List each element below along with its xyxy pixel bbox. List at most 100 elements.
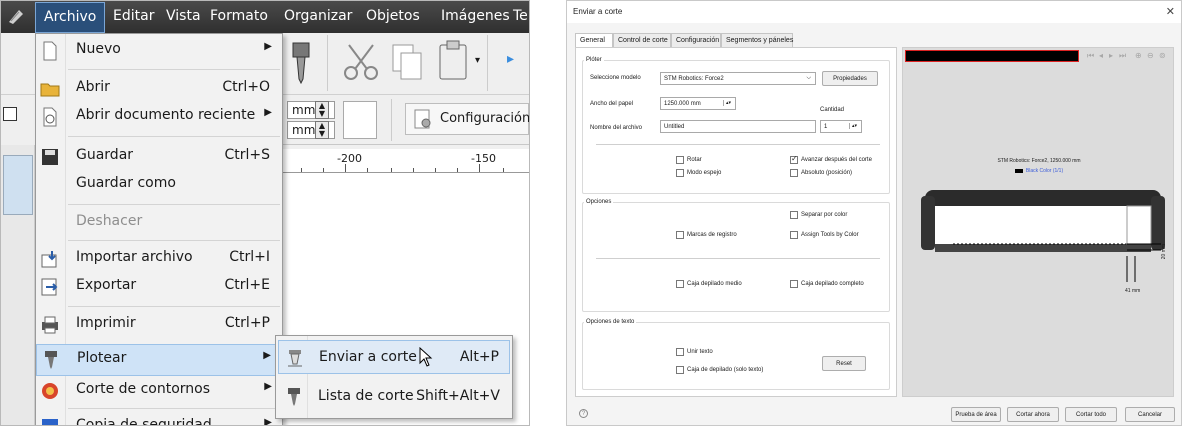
- assign-tools-label: Assign Tools by Color: [801, 232, 859, 238]
- recent-document-icon: [43, 107, 57, 127]
- send-to-cut-dialog: Enviar a corte ✕ General Control de cort…: [566, 0, 1182, 426]
- horizontal-ruler: -200 -150: [281, 149, 529, 173]
- menu-bar: Archivo Editar Vista Formato Organizar O…: [1, 1, 529, 33]
- submenu-arrow-icon: ▶: [264, 41, 272, 52]
- menu-editar[interactable]: Editar: [113, 8, 154, 24]
- menu-imagenes[interactable]: Imágenes: [441, 8, 510, 24]
- absolute-checkbox[interactable]: [790, 169, 798, 177]
- tab-segmentos[interactable]: Segmentos y páneles: [721, 33, 793, 47]
- import-icon: [41, 251, 57, 268]
- registration-marks-checkbox[interactable]: [676, 231, 684, 239]
- properties-button[interactable]: Propiedades: [822, 71, 878, 86]
- copy-icon[interactable]: [389, 41, 427, 85]
- menu-item-lista-de-corte[interactable]: Lista de corte Shift+Alt+V: [278, 380, 510, 414]
- selected-tool[interactable]: [3, 155, 33, 215]
- paper-width-field[interactable]: 1250.000 mm ▴▾: [660, 97, 736, 110]
- prev-page-icon[interactable]: ◂: [1099, 51, 1103, 60]
- submenu-arrow-icon: ▶: [264, 381, 272, 392]
- model-select[interactable]: STM Robotics: Force2 ⌵: [660, 72, 816, 85]
- menu-texto[interactable]: Te: [513, 8, 528, 24]
- menu-objetos[interactable]: Objetos: [366, 8, 420, 24]
- full-weed-box-checkbox[interactable]: [790, 280, 798, 288]
- configuration-button[interactable]: Configuración: [405, 103, 529, 135]
- cancel-button[interactable]: Cancelar: [1125, 407, 1175, 422]
- menu-archivo[interactable]: Archivo: [35, 2, 106, 33]
- open-folder-icon: [40, 83, 60, 97]
- menu-item-guardar-como[interactable]: Guardar como: [36, 170, 282, 200]
- menu-item-importar[interactable]: Importar archivo Ctrl+I: [36, 244, 282, 274]
- separate-color-checkbox[interactable]: [790, 211, 798, 219]
- menu-item-guardar[interactable]: Guardar Ctrl+S: [36, 142, 282, 172]
- file-name-field[interactable]: Untitled: [660, 120, 816, 133]
- backup-icon: [42, 419, 58, 425]
- menu-organizar[interactable]: Organizar: [284, 8, 352, 24]
- paste-icon[interactable]: [437, 39, 471, 85]
- menu-item-corte-contornos[interactable]: Corte de contornos ▶: [36, 376, 282, 406]
- next-page-icon[interactable]: ▸: [1109, 51, 1113, 60]
- width-spinner[interactable]: ▲ ▼: [315, 101, 329, 119]
- first-page-icon[interactable]: ⏮: [1087, 51, 1094, 61]
- toolbar-checkbox[interactable]: [3, 107, 17, 121]
- mirror-checkbox[interactable]: [676, 169, 684, 177]
- help-icon[interactable]: ?: [579, 409, 588, 418]
- tools-column: [1, 145, 35, 425]
- menu-item-nuevo[interactable]: Nuevo ▶: [36, 36, 282, 66]
- dim-vertical-label: 20 mm: [1161, 244, 1167, 260]
- menu-item-abrir[interactable]: Abrir Ctrl+O: [36, 74, 282, 104]
- assign-tools-checkbox[interactable]: [790, 231, 798, 239]
- knife-tool-icon[interactable]: [287, 41, 315, 85]
- menu-formato[interactable]: Formato: [210, 8, 268, 24]
- tab-configuracion[interactable]: Configuración: [671, 33, 721, 47]
- join-text-checkbox[interactable]: [676, 348, 684, 356]
- select-model-label: Seleccione modelo: [590, 75, 641, 81]
- reset-button[interactable]: Reset: [822, 356, 866, 371]
- area-test-button[interactable]: Prueba de área: [951, 407, 1001, 422]
- new-document-icon: [43, 41, 57, 61]
- tab-general[interactable]: General: [575, 33, 613, 48]
- preview-pane: ⏮ ◂ ▸ ⏭ ⊕ ⊖ ⊚ STM Robotics: Force2, 1250…: [902, 47, 1174, 397]
- half-weed-box-checkbox[interactable]: [676, 280, 684, 288]
- menu-item-copia-seguridad[interactable]: Copia de seguridad ▶: [36, 412, 282, 425]
- submenu-arrow-icon: ▶: [264, 107, 272, 118]
- send-to-cut-icon: [288, 350, 302, 367]
- printer-icon: [42, 316, 58, 334]
- menu-item-enviar-a-corte[interactable]: Enviar a corte Alt+P: [278, 340, 510, 374]
- paste-dropdown-icon[interactable]: ▾: [475, 55, 480, 66]
- weed-text-checkbox[interactable]: [676, 366, 684, 374]
- spinner-icon[interactable]: ▴▾: [722, 100, 731, 106]
- last-page-icon[interactable]: ⏭: [1119, 51, 1126, 61]
- archivo-menu: Nuevo ▶ Abrir Ctrl+O Abrir documento rec…: [35, 33, 283, 425]
- settings-page-icon: [414, 109, 431, 129]
- configuration-label: Configuración: [440, 111, 530, 126]
- page-icon[interactable]: [343, 101, 377, 139]
- cut-scissors-icon[interactable]: [339, 41, 383, 85]
- menu-vista[interactable]: Vista: [166, 8, 201, 24]
- tab-control-de-corte[interactable]: Control de corte: [613, 33, 671, 47]
- height-spinner[interactable]: ▲ ▼: [315, 121, 329, 139]
- menu-item-exportar[interactable]: Exportar Ctrl+E: [36, 272, 282, 302]
- zoom-out-icon[interactable]: ⊖: [1147, 51, 1154, 60]
- file-name-label: Nombre del archivo: [590, 125, 643, 131]
- save-icon: [42, 149, 58, 165]
- export-icon: [41, 278, 58, 296]
- advance-checkbox[interactable]: [790, 154, 798, 164]
- zoom-fit-icon[interactable]: ⊚: [1159, 51, 1166, 60]
- quantity-label: Cantidad: [820, 107, 845, 113]
- spinner-icon[interactable]: ▴▾: [848, 123, 857, 129]
- toolbar-scroll-right-icon[interactable]: ▸: [507, 51, 514, 67]
- menu-item-imprimir[interactable]: Imprimir Ctrl+P: [36, 310, 282, 340]
- quantity-field[interactable]: 1 ▴▾: [820, 120, 862, 133]
- menu-item-abrir-reciente[interactable]: Abrir documento reciente ▶: [36, 102, 282, 132]
- dim-horizontal-label: 41 mm: [1125, 288, 1141, 294]
- general-tab-page: Plóter Seleccione modelo STM Robotics: F…: [575, 47, 897, 397]
- close-icon[interactable]: ✕: [1166, 5, 1175, 18]
- contour-cut-icon: [42, 383, 58, 399]
- cut-all-button[interactable]: Cortar todo: [1065, 407, 1117, 422]
- menu-item-plotear[interactable]: Plotear ▶: [36, 344, 282, 376]
- zoom-in-icon[interactable]: ⊕: [1135, 51, 1142, 60]
- color-layer-bar[interactable]: [905, 50, 1079, 62]
- cut-now-button[interactable]: Cortar ahora: [1007, 407, 1059, 422]
- menu-item-deshacer: Deshacer: [76, 213, 143, 229]
- rotate-checkbox[interactable]: [676, 156, 684, 164]
- rotate-label: Rotar: [687, 157, 702, 163]
